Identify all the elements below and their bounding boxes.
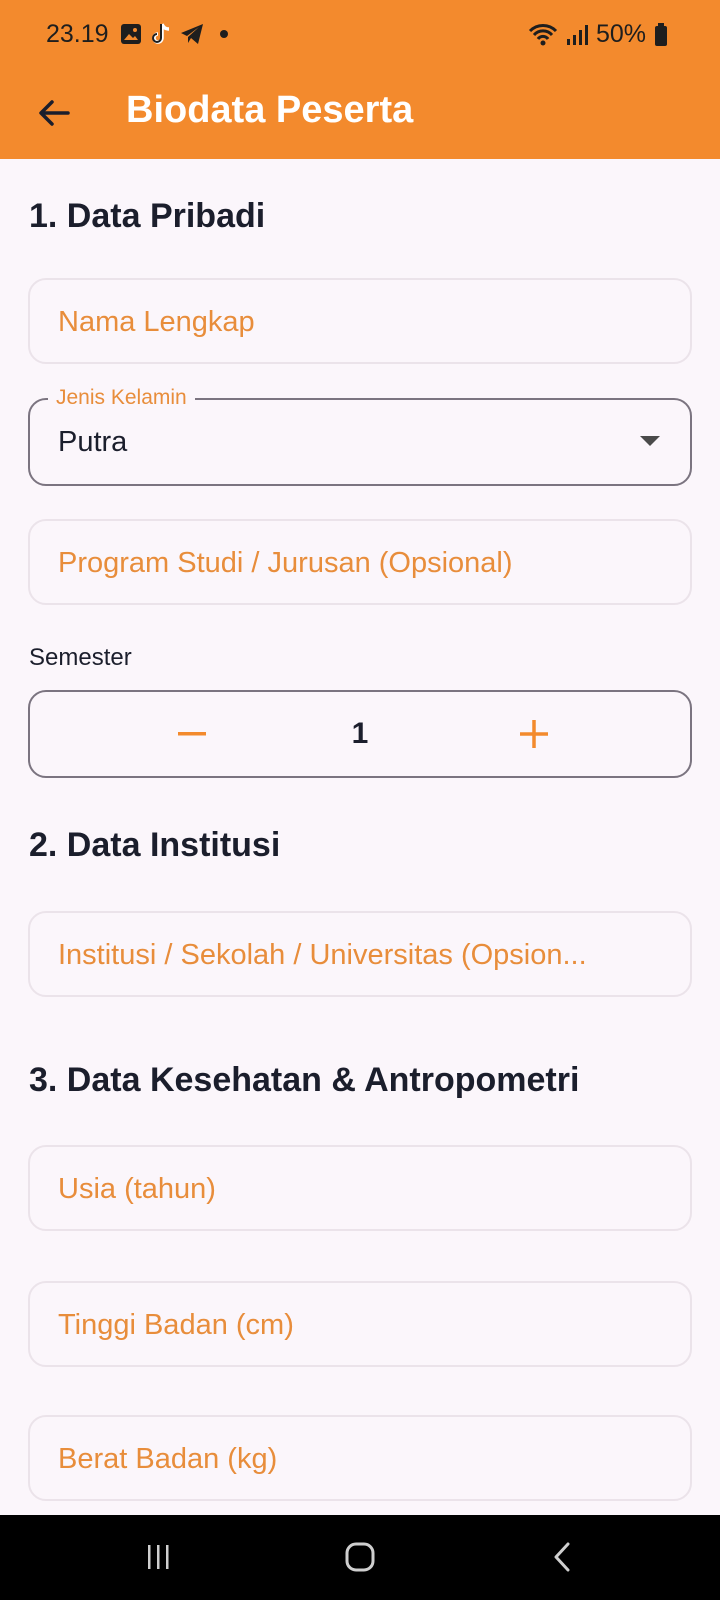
section-title-pribadi: 1. Data Pribadi bbox=[29, 197, 266, 235]
page-title: Biodata Peserta bbox=[126, 89, 414, 131]
nama-lengkap-input[interactable]: Nama Lengkap bbox=[28, 278, 692, 364]
gallery-icon bbox=[121, 24, 141, 44]
recent-apps-button[interactable] bbox=[128, 1527, 188, 1587]
plus-icon bbox=[520, 720, 548, 748]
section-title-kesehatan: 3. Data Kesehatan & Antropometri bbox=[29, 1061, 580, 1099]
program-studi-placeholder: Program Studi / Jurusan (Opsional) bbox=[58, 547, 513, 579]
recent-apps-icon bbox=[148, 1545, 169, 1569]
form-content[interactable]: 1. Data Pribadi Nama Lengkap Jenis Kelam… bbox=[0, 159, 720, 1515]
dot-icon bbox=[220, 30, 228, 38]
back-button[interactable] bbox=[26, 85, 82, 141]
status-time: 23.19 bbox=[46, 20, 109, 48]
dropdown-arrow-icon bbox=[640, 436, 660, 446]
usia-placeholder: Usia (tahun) bbox=[58, 1173, 216, 1205]
semester-label: Semester bbox=[29, 644, 132, 671]
status-notification-icons bbox=[120, 22, 228, 46]
tinggi-badan-placeholder: Tinggi Badan (cm) bbox=[58, 1309, 294, 1341]
jenis-kelamin-label: Jenis Kelamin bbox=[48, 386, 195, 410]
institusi-input[interactable]: Institusi / Sekolah / Universitas (Opsio… bbox=[28, 911, 692, 997]
berat-badan-input[interactable]: Berat Badan (kg) bbox=[28, 1415, 692, 1501]
nama-lengkap-placeholder: Nama Lengkap bbox=[58, 306, 255, 338]
status-system-icons: 50% bbox=[528, 20, 668, 49]
wifi-icon bbox=[528, 23, 558, 45]
signal-icon bbox=[566, 24, 588, 45]
system-nav-bar bbox=[0, 1515, 720, 1600]
back-nav-icon bbox=[554, 1542, 570, 1572]
program-studi-input[interactable]: Program Studi / Jurusan (Opsional) bbox=[28, 519, 692, 605]
jenis-kelamin-dropdown[interactable]: Jenis Kelamin Putra bbox=[28, 386, 692, 486]
status-bar: 23.19 50% bbox=[0, 0, 720, 70]
back-nav-button[interactable] bbox=[532, 1527, 592, 1587]
institusi-placeholder: Institusi / Sekolah / Universitas (Opsio… bbox=[58, 939, 587, 971]
semester-increment-button[interactable] bbox=[510, 710, 558, 758]
telegram-icon bbox=[181, 24, 203, 44]
semester-stepper: 1 bbox=[28, 690, 692, 778]
tinggi-badan-input[interactable]: Tinggi Badan (cm) bbox=[28, 1281, 692, 1367]
home-button[interactable] bbox=[330, 1527, 390, 1587]
section-title-institusi: 2. Data Institusi bbox=[29, 826, 281, 864]
battery-percent: 50% bbox=[595, 20, 646, 48]
usia-input[interactable]: Usia (tahun) bbox=[28, 1145, 692, 1231]
battery-icon bbox=[655, 22, 667, 46]
tiktok-icon bbox=[152, 23, 170, 44]
home-icon bbox=[345, 1542, 375, 1572]
berat-badan-placeholder: Berat Badan (kg) bbox=[58, 1443, 278, 1475]
arrow-back-icon bbox=[39, 100, 70, 126]
app-bar: Biodata Peserta bbox=[0, 70, 720, 159]
jenis-kelamin-value: Putra bbox=[58, 426, 128, 458]
semester-value: 1 bbox=[351, 717, 369, 750]
